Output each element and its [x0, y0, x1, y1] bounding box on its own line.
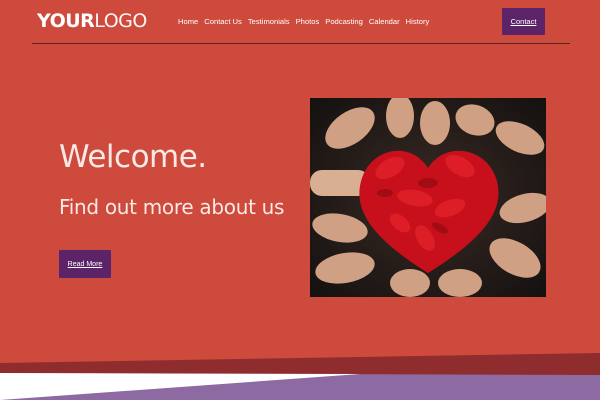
- site-logo[interactable]: YOURLOGO: [37, 10, 147, 32]
- contact-button[interactable]: Contact: [502, 8, 545, 35]
- nav-item-testimonials[interactable]: Testimonials: [248, 16, 290, 28]
- hero-image-hands-heart: [310, 98, 546, 297]
- nav-item-history[interactable]: History: [406, 16, 430, 28]
- nav-item-home[interactable]: Home: [178, 16, 198, 28]
- nav-item-photos[interactable]: Photos: [296, 16, 320, 28]
- nav-item-podcasting[interactable]: Podcasting: [325, 16, 363, 28]
- hero-subtitle: Find out more about us: [59, 195, 285, 219]
- main-nav: Home Contact Us Testimonials Photos Podc…: [178, 16, 429, 28]
- read-more-button[interactable]: Read More: [59, 250, 111, 278]
- nav-item-calendar[interactable]: Calendar: [369, 16, 400, 28]
- site-header: YOURLOGO Home Contact Us Testimonials Ph…: [0, 0, 600, 44]
- logo-part-your: YOUR: [37, 10, 95, 32]
- logo-part-logo: LOGO: [94, 10, 147, 32]
- bottom-wave-decoration: [0, 353, 600, 400]
- hero-title: Welcome.: [59, 139, 207, 175]
- nav-item-contact-us[interactable]: Contact Us: [204, 16, 242, 28]
- header-divider: [32, 43, 570, 44]
